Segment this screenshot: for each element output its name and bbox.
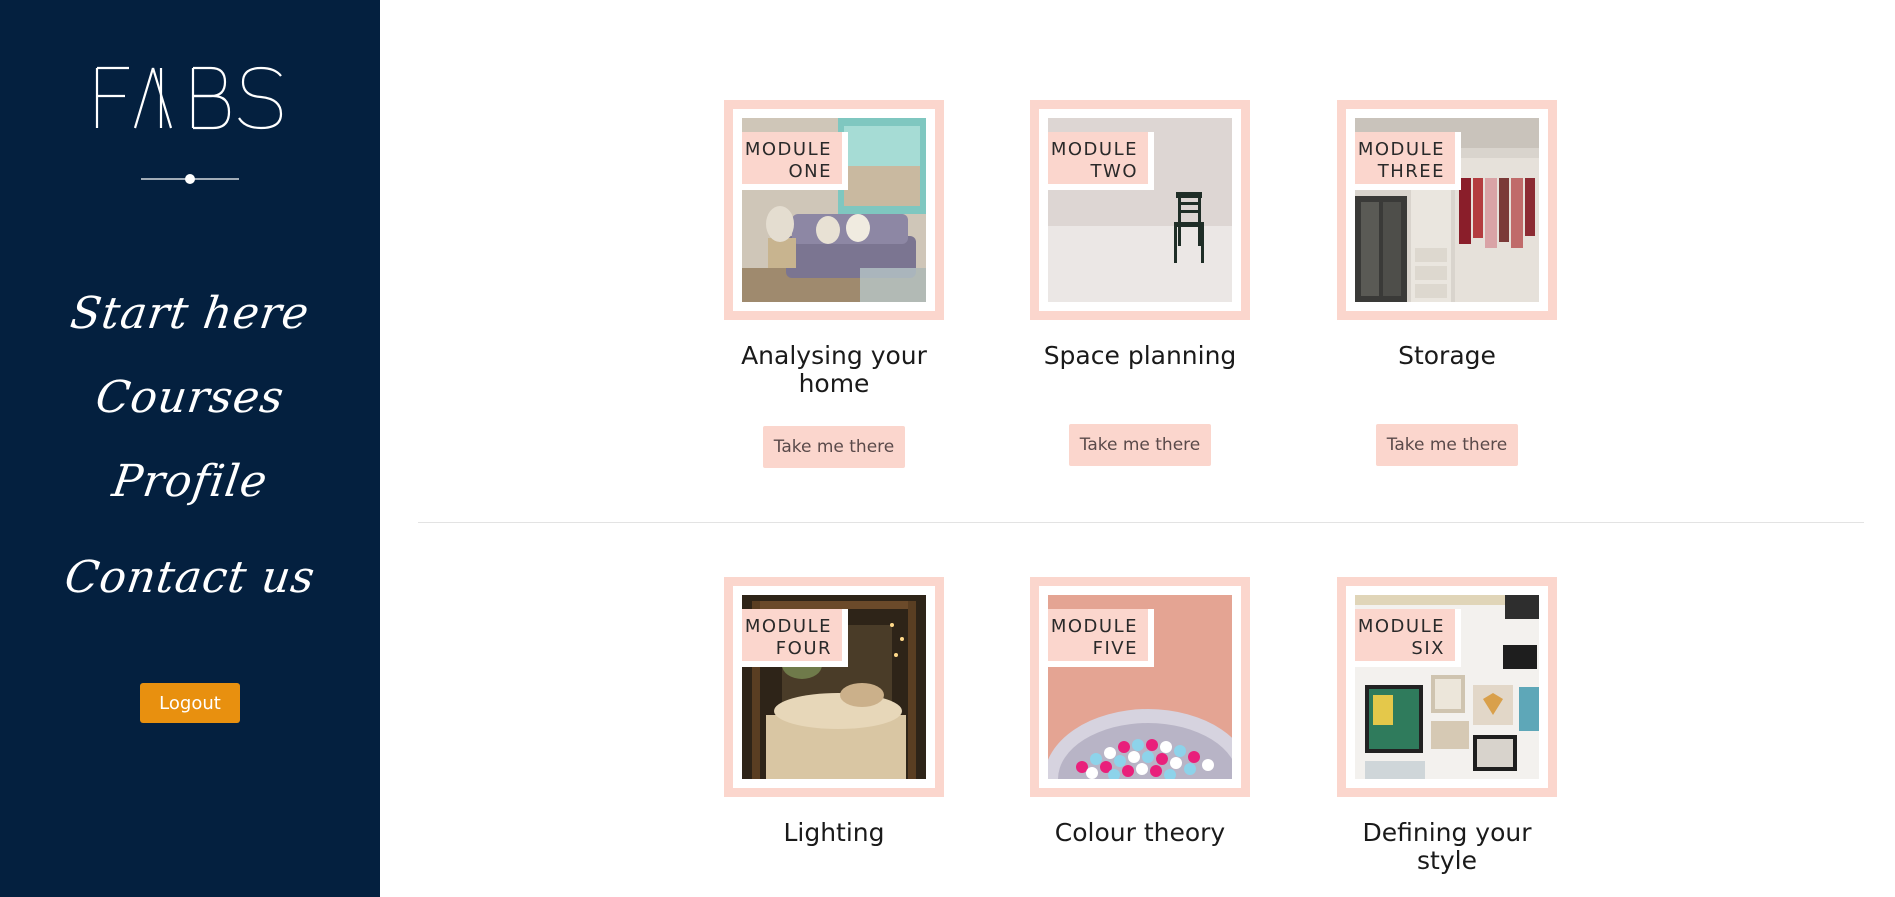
module-thumbnail[interactable]: MODULE TWO <box>1030 100 1250 320</box>
take-me-there-button[interactable]: Take me there <box>1069 424 1211 466</box>
module-tag: MODULE TWO <box>1048 132 1154 190</box>
module-tag: MODULE SIX <box>1355 609 1461 667</box>
take-me-there-button[interactable]: Take me there <box>763 426 905 468</box>
take-me-there-button[interactable]: Take me there <box>1376 424 1518 466</box>
module-tag: MODULE FIVE <box>1048 609 1154 667</box>
nav-start-here[interactable]: Start here <box>0 288 384 339</box>
logout-button[interactable]: Logout <box>140 683 240 723</box>
module-tag: MODULE ONE <box>742 132 848 190</box>
module-title: Space planning <box>1043 341 1237 370</box>
fabs-logo[interactable] <box>95 66 285 130</box>
nav-courses[interactable]: Courses <box>0 372 384 423</box>
logo-divider <box>141 174 239 184</box>
module-title: Storage <box>1398 341 1496 370</box>
module-title: Defining your style <box>1362 818 1532 875</box>
row-divider <box>418 522 1864 523</box>
module-thumbnail[interactable]: MODULE ONE <box>724 100 944 320</box>
module-thumbnail[interactable]: MODULE FOUR <box>724 577 944 797</box>
module-thumbnail[interactable]: MODULE FIVE <box>1030 577 1250 797</box>
module-title: Analysing your home <box>741 341 927 398</box>
main-content: MODULE ONE Analysing your home Take me t… <box>380 0 1895 897</box>
module-tag: MODULE FOUR <box>742 609 848 667</box>
sidebar: Start here Courses Profile Contact us Lo… <box>0 0 380 897</box>
module-thumbnail[interactable]: MODULE SIX <box>1337 577 1557 797</box>
module-tag: MODULE THREE <box>1355 132 1461 190</box>
module-title: Lighting <box>783 818 885 847</box>
module-title: Colour theory <box>1054 818 1226 847</box>
nav-contact-us[interactable]: Contact us <box>0 552 384 603</box>
module-thumbnail[interactable]: MODULE THREE <box>1337 100 1557 320</box>
nav-profile[interactable]: Profile <box>0 456 384 507</box>
